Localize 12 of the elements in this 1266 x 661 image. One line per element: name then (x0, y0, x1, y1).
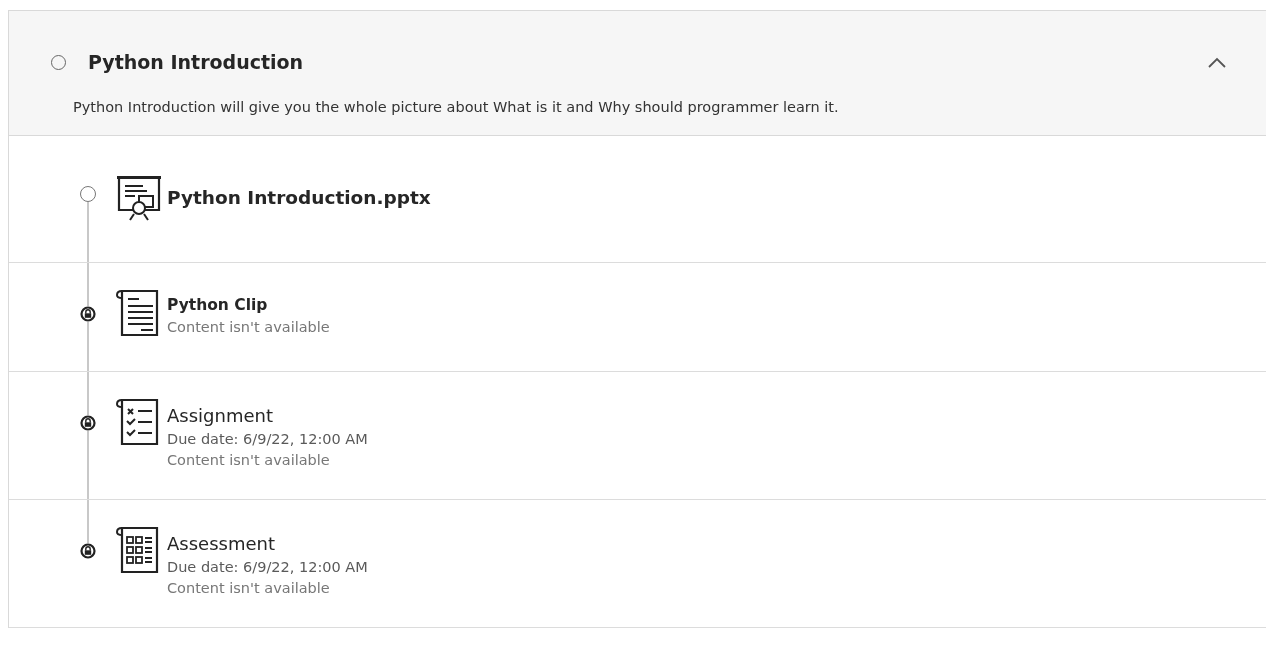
availability-status: Content isn't available (167, 318, 330, 337)
chevron-icon[interactable] (1208, 56, 1226, 68)
module-title: Python Introduction (88, 51, 305, 73)
item-title[interactable]: Python Introduction.pptx (167, 187, 431, 208)
item-title[interactable]: Python Clip (167, 296, 330, 314)
item-title[interactable]: Assessment (167, 533, 368, 554)
due-date: Due date: 6/9/22, 12:00 AM (167, 430, 368, 449)
module-description: Python Introduction will give you the whole picture about What is it and Why should programmer learn it. (73, 99, 840, 115)
item-title[interactable]: Assignment (167, 405, 368, 426)
due-date: Due date: 6/9/22, 12:00 AM (167, 558, 368, 577)
availability-status: Content isn't available (167, 451, 331, 470)
availability-status: Content isn't available (167, 579, 331, 598)
